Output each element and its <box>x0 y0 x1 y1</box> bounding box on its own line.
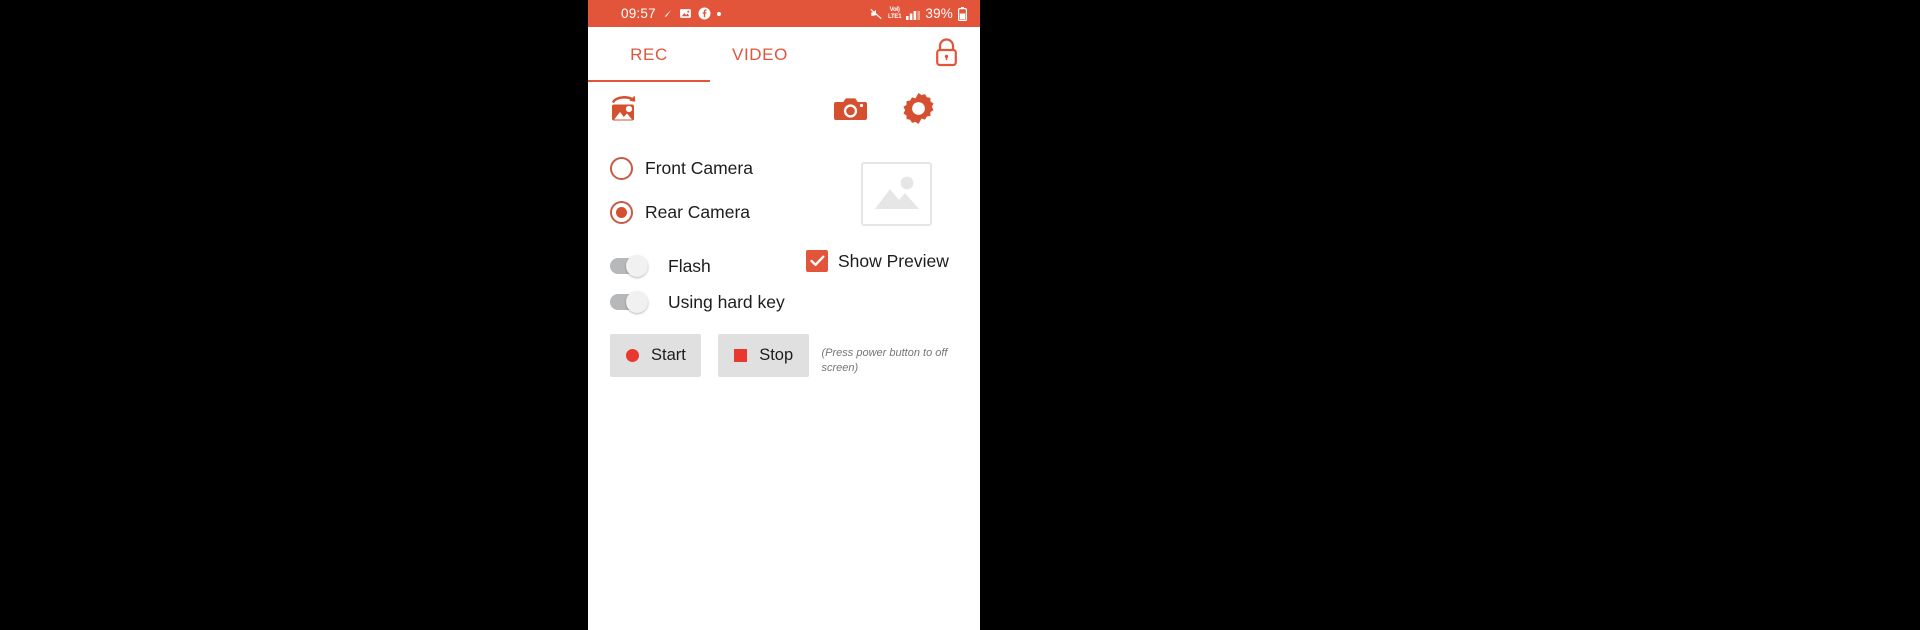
stop-square-icon <box>734 349 748 362</box>
radio-label-front-camera: Front Camera <box>645 157 753 178</box>
stop-button-label: Stop <box>759 346 794 364</box>
volte-icon: VoI) LTE1 <box>887 7 902 20</box>
hard-key-label: Using hard key <box>668 291 785 312</box>
lock-icon <box>933 37 960 72</box>
mute-icon <box>869 7 883 21</box>
tab-rec[interactable]: REC <box>588 27 710 82</box>
flash-toggle[interactable] <box>610 255 654 277</box>
dot-icon <box>716 11 721 16</box>
lock-button[interactable] <box>933 37 980 72</box>
battery-percent: 39% <box>925 6 953 21</box>
tab-bar: REC VIDEO <box>588 27 980 82</box>
show-preview-checkbox[interactable] <box>806 250 828 272</box>
toggle-row-hard-key[interactable]: Using hard key <box>610 284 958 320</box>
preview-thumbnail[interactable] <box>861 162 932 226</box>
facebook-icon <box>698 7 711 20</box>
toggle-group: Flash Show Preview Using hard key <box>610 248 958 320</box>
start-button[interactable]: Start <box>610 334 702 377</box>
status-bar-left: 09:57 <box>597 6 721 21</box>
pen-icon <box>662 8 673 19</box>
start-button-label: Start <box>651 346 686 364</box>
hard-key-toggle[interactable] <box>610 291 654 313</box>
icon-toolbar <box>588 82 980 134</box>
status-time: 09:57 <box>621 6 656 21</box>
radio-front-camera[interactable] <box>610 156 633 180</box>
phone-screen: 09:57 VoI) LTE1 39% REC VIDEO Front Came… <box>588 0 980 630</box>
status-bar-right: VoI) LTE1 39% <box>869 6 971 21</box>
swap-camera-icon[interactable] <box>608 93 642 123</box>
signal-icon <box>906 8 921 20</box>
flash-label: Flash <box>668 255 711 276</box>
record-circle-icon <box>626 349 639 362</box>
gear-icon[interactable] <box>903 92 934 124</box>
radio-rear-camera[interactable] <box>610 200 633 224</box>
status-bar: 09:57 VoI) LTE1 39% <box>588 0 980 27</box>
power-button-hint: (Press power button to off screen) <box>821 347 948 374</box>
image-placeholder-icon <box>871 169 923 220</box>
show-preview-row[interactable]: Show Preview <box>806 250 949 272</box>
radio-label-rear-camera: Rear Camera <box>645 201 751 222</box>
image-icon <box>679 7 692 20</box>
camera-icon[interactable] <box>834 95 867 122</box>
show-preview-label: Show Preview <box>838 250 949 271</box>
volte-line-2: LTE1 <box>887 13 902 20</box>
screenshot-root: 09:57 VoI) LTE1 39% REC VIDEO Front Came… <box>0 0 1920 630</box>
tab-video[interactable]: VIDEO <box>710 27 810 82</box>
settings-body: Front Camera Rear Camera Flash Show Prev… <box>588 146 980 377</box>
battery-icon <box>958 6 967 21</box>
volte-line-1: VoI) <box>889 7 900 13</box>
action-button-row: Start Stop (Press power button to off sc… <box>610 334 958 377</box>
stop-button[interactable]: Stop <box>718 334 809 377</box>
